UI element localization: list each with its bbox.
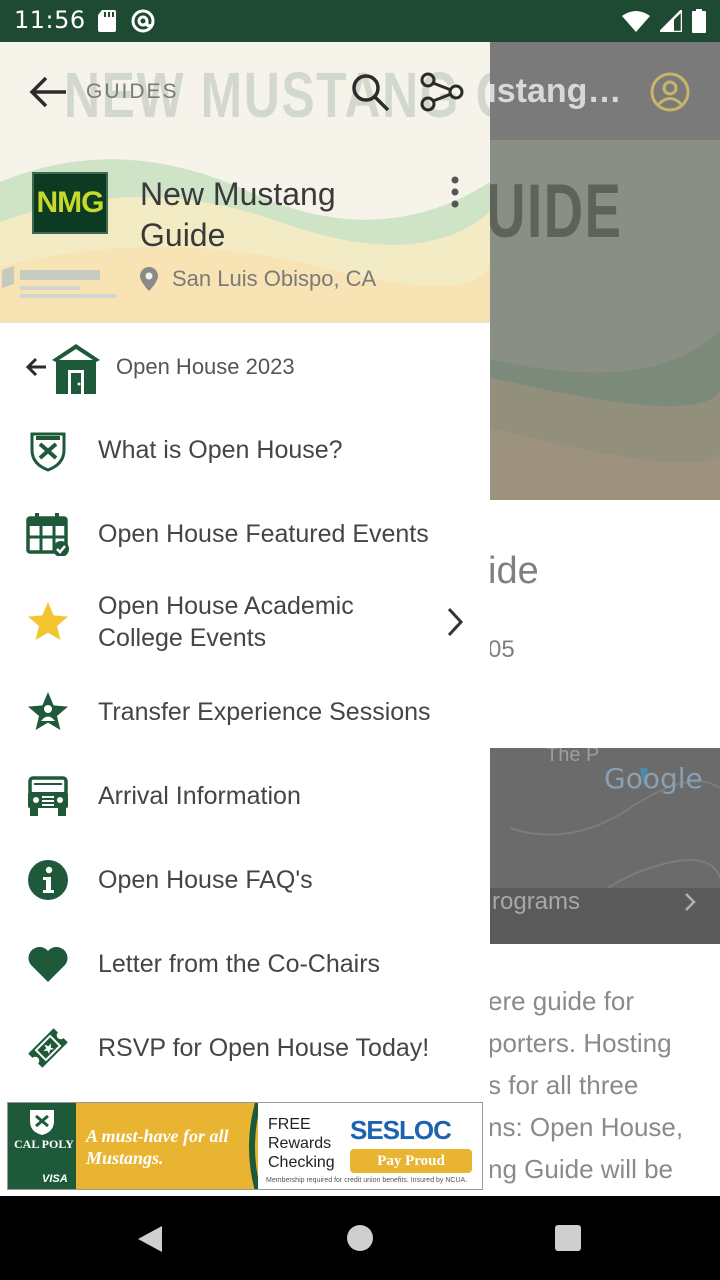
background-guide-heading: ide (488, 550, 539, 592)
menu-item-featured-events[interactable]: Open House Featured Events (0, 492, 490, 576)
drawer-header: NEW MUSTANG GUIDE GUIDES NMG New Mustang… (0, 42, 490, 323)
at-sign-icon (131, 9, 155, 33)
account-icon[interactable] (650, 72, 690, 112)
parent-group-row[interactable]: Open House 2023 (0, 324, 490, 408)
nav-recents-icon[interactable] (554, 1224, 582, 1252)
menu-item-letter-co-chairs[interactable]: Letter from the Co-Chairs (0, 922, 490, 1006)
location-row: San Luis Obispo, CA (140, 264, 376, 294)
system-nav-bar (0, 1196, 720, 1280)
menu-item-academic-college-events[interactable]: Open House Academic College Events (0, 576, 490, 670)
parent-group-label: Open House 2023 (116, 354, 295, 379)
star-icon (28, 602, 68, 640)
menu-item-faqs[interactable]: Open House FAQ's (0, 838, 490, 922)
location-text: San Luis Obispo, CA (172, 266, 377, 291)
status-time: 11:56 (14, 6, 86, 34)
chevron-right-icon (447, 607, 464, 637)
background-paragraph: ere guide for porters. Hosting s for all… (488, 986, 684, 1184)
guides-label: GUIDES (86, 80, 179, 103)
guide-logo: NMG (32, 172, 108, 234)
menu-item-rsvp[interactable]: RSVP for Open House Today! (0, 1006, 490, 1090)
map-pin-icon (140, 267, 158, 291)
sd-card-icon (98, 10, 116, 32)
wifi-icon (622, 11, 650, 32)
calpoly-shield-icon (30, 1110, 54, 1135)
heart-icon (28, 946, 68, 982)
menu-item-label: Open House Academic College Events (98, 592, 354, 652)
menu-item-label: Open House FAQ's (98, 866, 313, 894)
shield-crest-icon (30, 432, 66, 472)
info-icon (28, 860, 68, 900)
share-icon[interactable] (418, 70, 466, 114)
background-title: ustang… (476, 72, 622, 110)
ad-card-network: VISA (42, 1173, 68, 1185)
navigation-drawer: NEW MUSTANG GUIDE GUIDES NMG New Mustang… (0, 42, 490, 1196)
map-brand: Google (604, 762, 703, 795)
nav-home-icon[interactable] (346, 1224, 374, 1252)
menu-item-label: Transfer Experience Sessions (98, 698, 431, 726)
calendar-check-icon (26, 513, 69, 556)
guide-title: New Mustang Guide (140, 176, 336, 253)
menu-item-transfer-sessions[interactable]: Transfer Experience Sessions (0, 670, 490, 754)
menu-item-label: Open House Featured Events (98, 520, 429, 548)
ad-banner[interactable]: CAL POLY VISA A must-have for all Mustan… (7, 1102, 483, 1190)
drawer-menu: Open House 2023 What is Open House? Open… (0, 324, 490, 1090)
more-vert-icon[interactable] (440, 172, 470, 212)
back-arrow-icon[interactable] (26, 72, 70, 112)
calpoly-watermark (2, 266, 116, 298)
ticket-icon (28, 1028, 68, 1068)
chevron-right-icon (685, 893, 696, 911)
menu-item-what-is-open-house[interactable]: What is Open House? (0, 408, 490, 492)
back-to-parent-house-icon (25, 344, 100, 394)
background-programs-link[interactable]: rograms (492, 888, 580, 916)
background-code: 05 (488, 636, 515, 663)
jeep-icon (28, 776, 68, 816)
status-bar: 11:56 (0, 0, 720, 42)
ad-fine-print: Membership required for credit union ben… (266, 1177, 468, 1184)
search-icon[interactable] (348, 70, 392, 114)
ad-brand-right: SESLOC (350, 1115, 452, 1145)
menu-item-label: Letter from the Co-Chairs (98, 950, 381, 978)
ad-cta: Pay Proud (350, 1149, 472, 1173)
person-star-icon (28, 692, 68, 730)
signal-icon (660, 10, 682, 32)
ad-card-image: CAL POLY VISA (8, 1103, 76, 1189)
ad-offer: FREE Rewards Checking (268, 1116, 335, 1171)
menu-item-label: Arrival Information (98, 782, 301, 810)
menu-item-arrival-information[interactable]: Arrival Information (0, 754, 490, 838)
map-label: The P (546, 748, 600, 766)
nav-back-icon[interactable] (136, 1224, 164, 1254)
menu-item-label: What is Open House? (98, 436, 343, 464)
ad-brand-left: CAL POLY (14, 1137, 74, 1151)
menu-item-label: RSVP for Open House Today! (98, 1034, 430, 1062)
ad-tagline: A must-have for all Mustangs. (86, 1126, 229, 1168)
battery-icon (692, 9, 706, 33)
